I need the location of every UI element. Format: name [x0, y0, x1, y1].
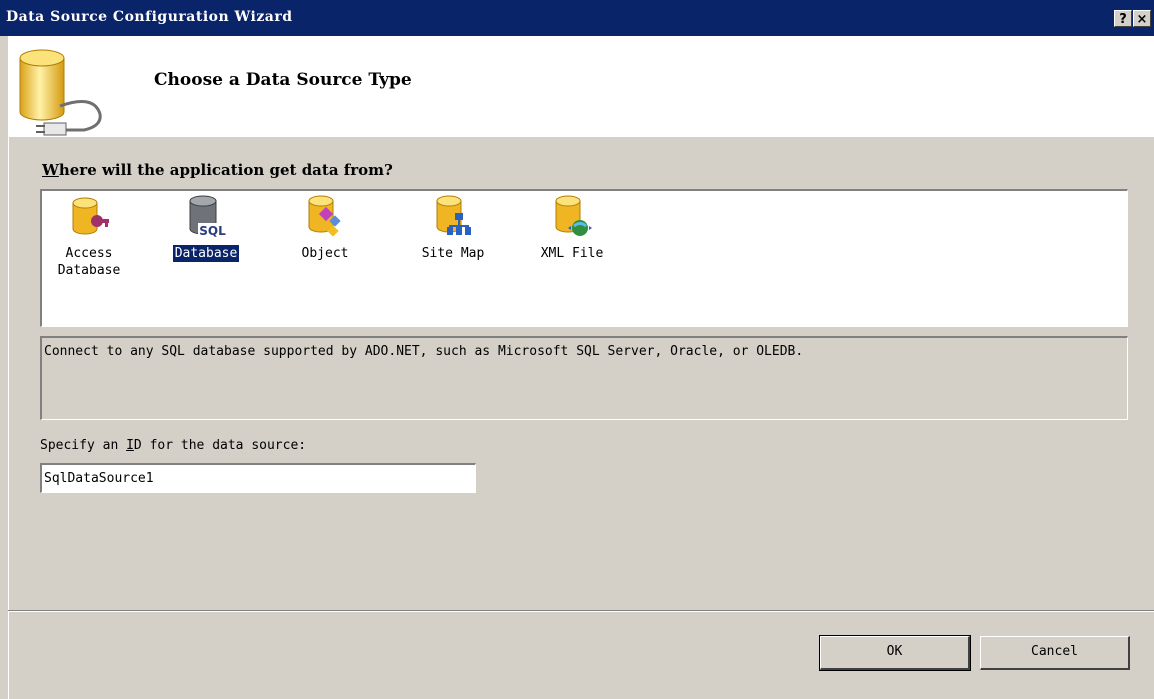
type-label: Database [172, 245, 240, 262]
id-field-label: Specify an ID for the data source: [40, 438, 307, 453]
type-access-database[interactable]: Access Database [43, 195, 135, 279]
page-heading: Choose a Data Source Type [154, 70, 412, 90]
svg-text:SQL: SQL [199, 224, 226, 238]
type-object[interactable]: Object [279, 195, 371, 262]
title-bar: Data Source Configuration Wizard ? × [0, 0, 1154, 36]
question-accel: W [42, 161, 59, 179]
data-source-type-list[interactable]: Access Database SQL Database Object Site… [40, 189, 1128, 327]
type-xml-file[interactable]: XML File [526, 195, 618, 262]
type-site-map[interactable]: Site Map [407, 195, 499, 262]
ok-button[interactable]: OK [819, 635, 971, 671]
close-button[interactable]: × [1133, 10, 1151, 27]
type-description: Connect to any SQL database supported by… [40, 336, 1128, 420]
question-text: here will the application get data from? [58, 161, 393, 179]
header-separator [8, 136, 1154, 137]
access-database-icon [72, 197, 109, 235]
type-label: Site Map [421, 246, 485, 261]
type-label: XML File [540, 246, 604, 261]
source-question-label: Where will the application get data from… [42, 161, 393, 179]
object-icon [308, 195, 341, 237]
xml-file-icon [555, 195, 592, 236]
type-label: Access Database [57, 246, 121, 278]
database-plug-icon [19, 49, 102, 136]
type-database[interactable]: SQL Database [160, 195, 252, 262]
sql-database-icon: SQL [189, 195, 227, 238]
type-label: Object [301, 246, 349, 261]
cancel-button[interactable]: Cancel [980, 636, 1130, 670]
footer-separator-highlight [8, 611, 1154, 612]
help-button[interactable]: ? [1114, 10, 1132, 27]
dialog-edge [8, 36, 9, 699]
data-source-id-input[interactable] [40, 463, 476, 493]
wizard-header: Choose a Data Source Type [8, 36, 1154, 136]
window-title: Data Source Configuration Wizard [6, 9, 293, 25]
site-map-icon [436, 195, 471, 235]
